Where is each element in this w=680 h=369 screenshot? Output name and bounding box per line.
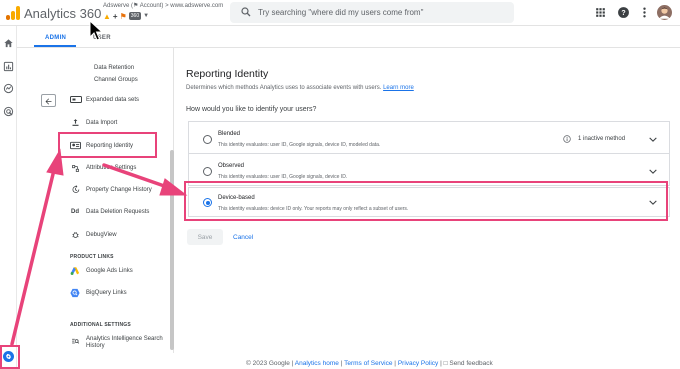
- option-blended-title: Blended: [218, 131, 241, 137]
- history-icon: [72, 185, 80, 193]
- nav-data-retention[interactable]: Data Retention: [94, 65, 134, 71]
- nav-analytics-intelligence-search[interactable]: Analytics Intelligence Search: [86, 336, 163, 342]
- nav-expanded-data-sets[interactable]: Expanded data sets: [86, 97, 139, 103]
- search-history-icon: [72, 338, 80, 344]
- page-description: Determines which methods Analytics uses …: [186, 85, 414, 91]
- nav-property-change-history[interactable]: Property Change History: [86, 187, 152, 193]
- google-ads-icon: [70, 267, 80, 275]
- apps-icon[interactable]: [594, 6, 607, 19]
- property-picker[interactable]: ▲ + ⚑ 360 ▼: [103, 11, 149, 21]
- radio-observed[interactable]: [203, 167, 212, 176]
- option-observed-desc: This identity evaluates: user ID, Google…: [218, 174, 348, 180]
- info-icon[interactable]: [563, 135, 571, 143]
- learn-more-link[interactable]: Learn more: [383, 85, 414, 91]
- reports-icon[interactable]: [3, 61, 14, 72]
- footer-send-feedback[interactable]: Send feedback: [449, 360, 492, 367]
- option-blended-desc: This identity evaluates: user ID, Google…: [218, 142, 381, 148]
- expanded-data-icon: [70, 96, 82, 103]
- plus-icon: +: [112, 11, 118, 21]
- bigquery-icon: [70, 288, 80, 298]
- inactive-method-note: 1 inactive method: [578, 136, 626, 142]
- svg-text:?: ?: [621, 10, 625, 17]
- highlight-admin-gear: [0, 345, 20, 369]
- option-blended[interactable]: Blended This identity evaluates: user ID…: [188, 121, 670, 154]
- footer-separator: |: [340, 360, 343, 367]
- description-text: Determines which methods Analytics uses …: [186, 85, 382, 91]
- footer-privacy[interactable]: Privacy Policy: [398, 360, 438, 367]
- collapse-nav-button[interactable]: [41, 94, 56, 107]
- property-badge: 360: [128, 12, 142, 20]
- section-additional-settings: ADDITIONAL SETTINGS: [70, 322, 131, 328]
- footer-separator: |: [394, 360, 396, 367]
- chevron-down-icon[interactable]: [649, 137, 657, 142]
- avatar[interactable]: [657, 5, 672, 20]
- admin-tabs: ADMIN USER: [17, 26, 680, 48]
- debug-icon: [72, 232, 79, 238]
- nav-scrollbar[interactable]: [170, 150, 174, 350]
- flag-icon: ⚑: [119, 11, 127, 21]
- nav-data-deletion-requests[interactable]: Data Deletion Requests: [86, 209, 149, 215]
- highlight-device-based: [184, 181, 668, 221]
- highlight-reporting-identity: [58, 132, 157, 158]
- help-icon[interactable]: ?: [617, 6, 630, 19]
- attribution-icon: [72, 165, 79, 172]
- nav-debugview[interactable]: DebugView: [86, 232, 117, 238]
- arrow-to-reporting-identity: [10, 168, 56, 346]
- more-icon[interactable]: [638, 6, 651, 19]
- search-icon: [241, 7, 251, 17]
- app-title[interactable]: Analytics 360: [24, 6, 101, 21]
- chevron-down-icon[interactable]: [649, 169, 657, 174]
- option-observed-title: Observed: [218, 163, 245, 169]
- footer-copyright: © 2023 Google |: [246, 360, 294, 367]
- footer-analytics-home[interactable]: Analytics home: [295, 360, 339, 367]
- chevron-down-icon: ▼: [143, 13, 150, 19]
- page-title: Reporting Identity: [186, 68, 269, 80]
- identity-question: How would you like to identify your user…: [186, 106, 317, 113]
- nav-data-import[interactable]: Data Import: [86, 120, 117, 126]
- tab-admin-indicator: [34, 45, 76, 47]
- home-icon[interactable]: [3, 38, 14, 49]
- left-rail: [0, 26, 17, 369]
- tab-admin[interactable]: ADMIN: [45, 35, 66, 41]
- mouse-cursor: [89, 20, 103, 41]
- radio-blended[interactable]: [203, 135, 212, 144]
- footer-separator: |: [440, 360, 442, 367]
- section-product-links: PRODUCT LINKS: [70, 254, 114, 260]
- admin-nav: [60, 48, 174, 353]
- arrow-back-icon: [45, 98, 52, 104]
- advertising-icon[interactable]: [3, 106, 14, 117]
- nav-bigquery-links[interactable]: BigQuery Links: [86, 290, 127, 296]
- feedback-icon: □: [443, 360, 448, 367]
- nav-channel-groups[interactable]: Channel Groups: [94, 77, 138, 83]
- search-bar[interactable]: [230, 2, 514, 23]
- account-breadcrumb[interactable]: Adswerve (⚑ Account) > www.adswerve.com: [103, 2, 223, 9]
- nav-google-ads-links[interactable]: Google Ads Links: [86, 268, 133, 274]
- cone-icon: ▲: [103, 11, 111, 21]
- data-deletion-icon: Dd: [71, 209, 79, 215]
- analytics-logo[interactable]: [6, 6, 20, 20]
- save-button[interactable]: Save: [187, 229, 223, 245]
- cancel-button[interactable]: Cancel: [229, 229, 257, 245]
- page-footer: © 2023 Google | Analytics home | Terms o…: [246, 360, 493, 367]
- search-input[interactable]: [258, 5, 508, 20]
- nav-analytics-intelligence-history[interactable]: History: [86, 343, 105, 349]
- nav-attribution-settings[interactable]: Attribution Settings: [86, 165, 136, 171]
- explore-icon[interactable]: [3, 83, 14, 94]
- upload-icon: [72, 119, 79, 126]
- footer-terms[interactable]: Terms of Service: [344, 360, 392, 367]
